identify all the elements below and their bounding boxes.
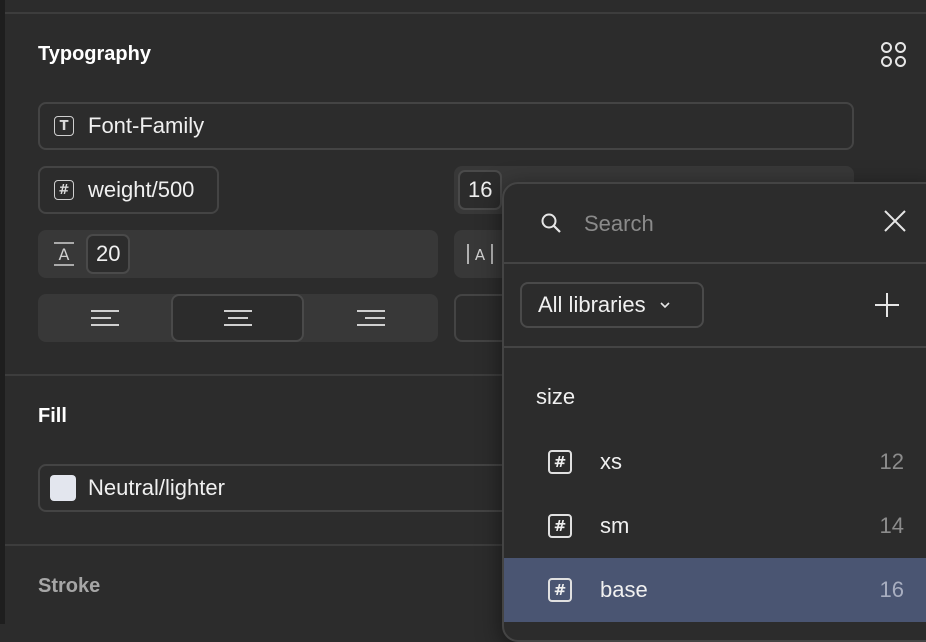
text-style-icon: T [54,116,74,136]
library-filter-select[interactable]: All libraries [520,282,704,328]
variable-value: 14 [879,513,904,538]
panel-left-edge [0,0,5,624]
variable-name: sm [600,513,630,538]
chevron-down-icon [660,302,670,309]
popover-search-bar [504,184,926,264]
variable-hash-icon: # [548,450,572,474]
variable-search-input[interactable] [582,206,846,242]
variable-group-label: size [536,384,576,409]
align-left-button[interactable] [38,294,171,342]
variable-item-sm[interactable]: # sm 14 [504,494,926,558]
fill-section-title: Fill [38,405,67,427]
variable-hash-icon: # [54,180,74,200]
font-family-value: Font-Family [88,113,205,138]
text-align-segmented-control [38,294,438,342]
letter-spacing-icon: A [467,244,493,264]
align-center-button[interactable] [171,294,304,342]
search-icon [541,213,561,233]
font-weight-value: weight/500 [88,177,195,202]
variable-hash-icon: # [548,578,572,602]
divider [5,12,926,14]
font-size-chip[interactable]: 16 [458,170,503,210]
stroke-section-title: Stroke [38,575,101,597]
align-right-button[interactable] [304,294,437,342]
variable-item-xs[interactable]: # xs 12 [504,430,926,494]
font-weight-field[interactable]: # weight/500 [38,166,219,214]
styles-grid-icon[interactable] [881,42,907,68]
library-filter-label: All libraries [538,292,646,317]
align-center-icon [223,308,252,328]
variable-value: 16 [879,577,904,602]
line-height-field[interactable]: A 20 [38,230,438,278]
svg-text:A: A [475,246,486,264]
variable-item-base[interactable]: # base 16 [504,558,926,622]
variable-value: 12 [879,449,904,474]
variable-picker-popover: All libraries size # xs 12 # sm 14 # bas… [502,182,926,642]
fill-color-swatch[interactable] [50,475,76,501]
align-right-icon [356,308,385,328]
popover-filter-bar: All libraries [504,264,926,348]
fill-color-name: Neutral/lighter [88,475,225,500]
align-left-icon [90,308,119,328]
close-icon[interactable] [882,208,908,234]
line-height-icon: A [54,242,74,266]
line-height-chip[interactable]: 20 [86,234,131,274]
variable-name: base [600,577,648,602]
typography-section-title: Typography [38,43,151,65]
plus-icon[interactable] [874,292,900,318]
svg-text:A: A [59,245,70,264]
variable-hash-icon: # [548,514,572,538]
variable-name: xs [600,449,622,474]
font-family-field[interactable]: T Font-Family [38,102,854,150]
